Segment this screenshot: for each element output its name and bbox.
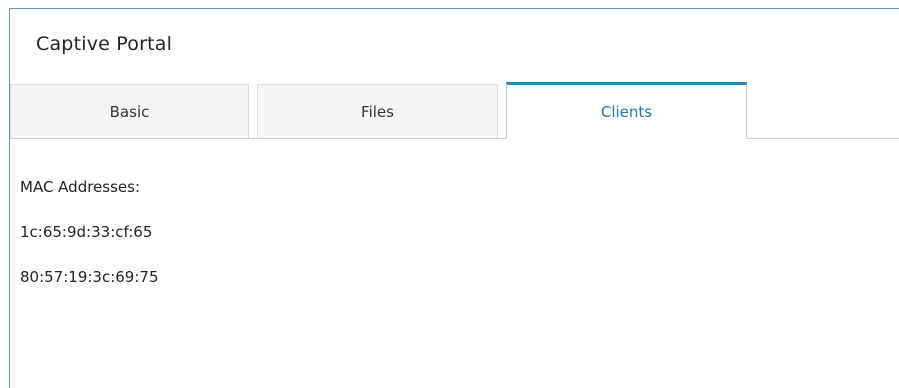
tab-basic[interactable]: Basic	[10, 84, 249, 138]
tab-clients[interactable]: Clients	[506, 82, 747, 139]
tab-bar: Basic Files Clients	[10, 82, 899, 140]
mac-address-item: 80:57:19:3c:69:75	[20, 268, 159, 286]
panel-header: Captive Portal	[10, 9, 899, 81]
page-title: Captive Portal	[36, 33, 173, 55]
tab-divider	[10, 138, 899, 139]
mac-address-item: 1c:65:9d:33:cf:65	[20, 223, 153, 241]
tab-files[interactable]: Files	[257, 84, 498, 138]
captive-portal-panel: Captive Portal Basic Files Clients	[9, 8, 899, 388]
mac-addresses-label: MAC Addresses:	[20, 178, 141, 196]
